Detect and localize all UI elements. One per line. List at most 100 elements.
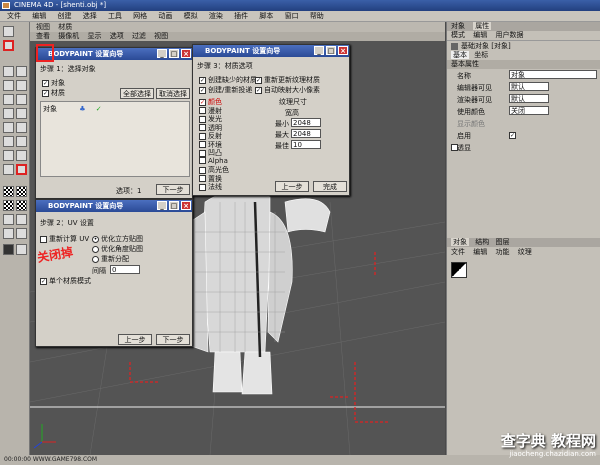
select-icon[interactable] bbox=[16, 80, 27, 91]
menu-simulate[interactable]: 模拟 bbox=[184, 12, 198, 20]
brush-icon[interactable] bbox=[3, 94, 14, 105]
tab-material[interactable]: 材质 bbox=[58, 23, 72, 31]
menu-render[interactable]: 渲染 bbox=[209, 12, 223, 20]
prop-name-field[interactable]: 对象 bbox=[509, 70, 597, 79]
minimize-icon[interactable]: _ bbox=[314, 46, 324, 55]
menu-select[interactable]: 选择 bbox=[83, 12, 97, 20]
text-icon[interactable] bbox=[3, 150, 14, 161]
menu-mesh[interactable]: 网格 bbox=[133, 12, 147, 20]
menu-tools[interactable]: 工具 bbox=[108, 12, 122, 20]
close-icon[interactable]: × bbox=[181, 201, 191, 210]
menu-edit[interactable]: 编辑 bbox=[32, 12, 46, 20]
minimize-icon[interactable]: _ bbox=[157, 49, 167, 58]
uv-edit-icon[interactable] bbox=[16, 214, 27, 225]
menu-script[interactable]: 脚本 bbox=[259, 12, 273, 20]
fill-icon[interactable] bbox=[16, 108, 27, 119]
channel-diffusion[interactable]: 漫射 bbox=[199, 106, 247, 115]
checker-icon[interactable] bbox=[16, 200, 27, 211]
menu-animate[interactable]: 动画 bbox=[158, 12, 172, 20]
vp-menu-filter[interactable]: 过滤 bbox=[132, 32, 146, 40]
prop-enabled-checkbox[interactable]: ✓ bbox=[509, 132, 516, 139]
smudge-icon[interactable] bbox=[3, 136, 14, 147]
blur-icon[interactable] bbox=[16, 136, 27, 147]
min-size-field[interactable]: 2048 bbox=[291, 118, 321, 127]
relax-icon[interactable] bbox=[16, 228, 27, 239]
channel-bump[interactable]: 凹凸 bbox=[199, 148, 247, 157]
tab-attributes[interactable]: 属性 bbox=[473, 22, 492, 30]
create-missing-material-checkbox[interactable]: ✓ 创建缺少的材质 bbox=[199, 75, 257, 85]
close-icon[interactable]: × bbox=[181, 49, 191, 58]
deselect-button[interactable]: 取消选择 bbox=[156, 88, 190, 99]
spacing-field[interactable]: 0 bbox=[110, 265, 140, 274]
menu-window[interactable]: 窗口 bbox=[285, 12, 299, 20]
dialog3-prev-button[interactable]: 上一步 bbox=[118, 334, 152, 345]
maximize-icon[interactable]: □ bbox=[326, 46, 336, 55]
channel-color[interactable]: ✓ 颜色 bbox=[199, 97, 247, 106]
channel-alpha[interactable]: Alpha bbox=[199, 157, 247, 166]
prop-editor-visible-select[interactable]: 默认 bbox=[509, 82, 549, 91]
object-list-item[interactable]: 对象 ♣ ✓ bbox=[43, 104, 102, 114]
max-size-field[interactable]: 2048 bbox=[291, 129, 321, 138]
submenu-edit[interactable]: 编辑 bbox=[473, 31, 487, 39]
checker-icon[interactable] bbox=[3, 186, 14, 197]
menu-file[interactable]: 文件 bbox=[7, 12, 21, 20]
tab-view[interactable]: 视图 bbox=[36, 23, 50, 31]
menu-create[interactable]: 创建 bbox=[57, 12, 71, 20]
layer-icon[interactable] bbox=[16, 164, 27, 175]
create-reproject-checkbox[interactable]: ✓ 创建/重新投递 bbox=[199, 85, 252, 95]
eraser-icon[interactable] bbox=[16, 94, 27, 105]
move-icon[interactable] bbox=[3, 66, 14, 77]
vp-menu-panel[interactable]: 视图 bbox=[154, 32, 168, 40]
submenu-mode[interactable]: 模式 bbox=[451, 31, 465, 39]
scale-icon[interactable] bbox=[16, 66, 27, 77]
update-texture-checkbox[interactable]: ✓ 重新更新纹理材质 bbox=[255, 75, 320, 85]
select-all-button[interactable]: 全部选择 bbox=[120, 88, 154, 99]
uv-icon[interactable] bbox=[3, 214, 14, 225]
opt-realign-radio[interactable]: 重新分配 bbox=[92, 254, 129, 264]
channel-environment[interactable]: 环境 bbox=[199, 140, 247, 149]
recalc-uv-checkbox[interactable]: 重新计算 UV bbox=[40, 234, 89, 244]
clone-icon[interactable] bbox=[16, 122, 27, 133]
lower-menu-edit[interactable]: 编辑 bbox=[473, 248, 487, 256]
dialog3-next-button[interactable]: 下一步 bbox=[156, 334, 190, 345]
vp-menu-options[interactable]: 选项 bbox=[110, 32, 124, 40]
checker-icon[interactable] bbox=[16, 186, 27, 197]
lower-menu-texture[interactable]: 纹理 bbox=[518, 248, 532, 256]
checker-icon[interactable] bbox=[3, 200, 14, 211]
minimize-icon[interactable]: _ bbox=[157, 201, 167, 210]
tab-layers[interactable]: 图层 bbox=[495, 238, 509, 246]
close-icon[interactable]: × bbox=[338, 46, 348, 55]
single-material-checkbox[interactable]: ✓ 单个材质模式 bbox=[40, 276, 91, 286]
menu-plugins[interactable]: 插件 bbox=[234, 12, 248, 20]
prop-render-visible-select[interactable]: 默认 bbox=[509, 94, 549, 103]
ratio-field[interactable]: 10 bbox=[291, 140, 321, 149]
undo-icon[interactable] bbox=[3, 26, 14, 37]
dialog2-prev-button[interactable]: 上一步 bbox=[275, 181, 309, 192]
maximize-icon[interactable]: □ bbox=[169, 201, 179, 210]
maximize-icon[interactable]: □ bbox=[169, 49, 179, 58]
paint-icon[interactable] bbox=[3, 108, 14, 119]
channel-transparency[interactable]: 透明 bbox=[199, 123, 247, 132]
color-picker-icon[interactable] bbox=[3, 122, 14, 133]
dialog2-finish-button[interactable]: 完成 bbox=[313, 181, 347, 192]
channel-displacement[interactable]: 置换 bbox=[199, 174, 247, 183]
vp-menu-view[interactable]: 查看 bbox=[36, 32, 50, 40]
submenu-userdata[interactable]: 用户数据 bbox=[495, 31, 523, 39]
tab-coordinates[interactable]: 坐标 bbox=[474, 51, 488, 59]
channel-specular-color[interactable]: 高光色 bbox=[199, 165, 247, 174]
channel-reflection[interactable]: 反射 bbox=[199, 131, 247, 140]
vp-menu-display[interactable]: 显示 bbox=[87, 32, 101, 40]
prop-xray-checkbox[interactable] bbox=[451, 144, 458, 151]
channel-normal[interactable]: 法线 bbox=[199, 182, 247, 191]
lasso-icon[interactable] bbox=[3, 164, 14, 175]
lower-menu-function[interactable]: 功能 bbox=[495, 248, 509, 256]
projection-icon[interactable] bbox=[3, 228, 14, 239]
dialog1-next-button[interactable]: 下一步 bbox=[156, 184, 190, 195]
magic-wand-icon[interactable] bbox=[16, 150, 27, 161]
dialog1-option-object[interactable]: ✓ 对象 bbox=[42, 78, 65, 88]
bodypaint-wizard-icon[interactable] bbox=[3, 40, 14, 51]
swap-icon[interactable] bbox=[16, 244, 27, 255]
prop-use-color-select[interactable]: 关闭 bbox=[509, 106, 549, 115]
opt-angle-radio[interactable]: 优化角度贴图 bbox=[92, 244, 143, 254]
dialog1-option-material[interactable]: ✓ 材质 bbox=[42, 88, 65, 98]
